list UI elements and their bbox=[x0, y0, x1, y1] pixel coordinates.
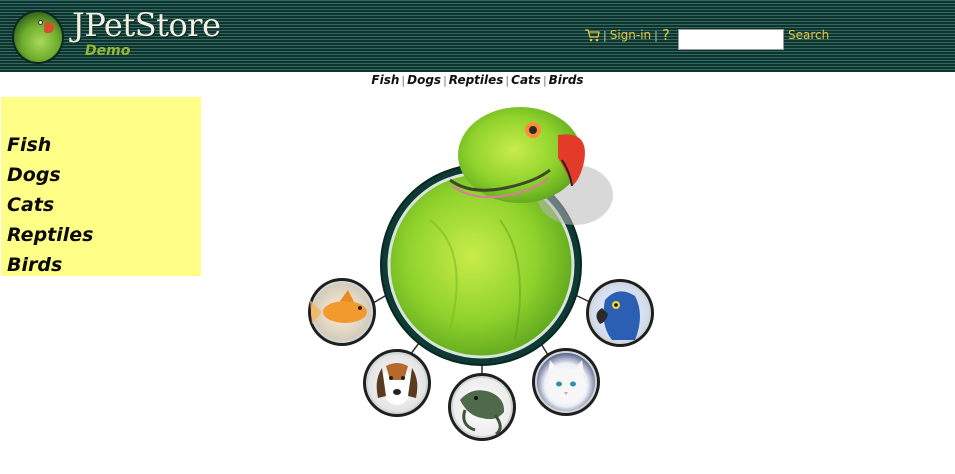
quick-links: Fish | Dogs | Reptiles | Cats | Birds bbox=[0, 73, 955, 87]
signin-link[interactable]: Sign-in bbox=[610, 28, 651, 42]
sidebar-item-fish[interactable]: Fish bbox=[7, 130, 93, 160]
sidebar-item-dogs[interactable]: Dogs bbox=[7, 160, 93, 190]
quick-link-separator: | bbox=[443, 74, 447, 87]
reptile-thumbnail[interactable] bbox=[448, 373, 516, 441]
quick-link-separator: | bbox=[542, 74, 547, 87]
sidebar-item-birds[interactable]: Birds bbox=[7, 250, 93, 280]
fish-thumbnail[interactable] bbox=[308, 278, 376, 346]
logo-title[interactable]: JPetStore bbox=[72, 6, 221, 44]
help-icon[interactable]: ? bbox=[662, 26, 670, 44]
menu-separator: | bbox=[603, 28, 607, 42]
sidebar-list: Fish Dogs Cats Reptiles Birds bbox=[7, 130, 93, 280]
header-menu: | Sign-in | ? bbox=[585, 26, 670, 44]
macaw-thumbnail[interactable] bbox=[586, 279, 654, 347]
quick-link-cats[interactable]: Cats bbox=[511, 73, 541, 87]
cat-thumbnail[interactable] bbox=[532, 348, 600, 416]
quick-link-fish[interactable]: Fish bbox=[371, 73, 399, 87]
quick-link-separator: | bbox=[401, 74, 406, 87]
quick-link-birds[interactable]: Birds bbox=[549, 73, 584, 87]
quick-link-dogs[interactable]: Dogs bbox=[407, 73, 441, 87]
quick-link-reptiles[interactable]: Reptiles bbox=[449, 73, 504, 87]
quick-link-separator: | bbox=[505, 74, 510, 87]
header: JPetStore Demo | Sign-in | ? Search bbox=[0, 0, 955, 72]
sidebar: Fish Dogs Cats Reptiles Birds bbox=[1, 97, 201, 276]
parrot-logo-icon[interactable] bbox=[12, 10, 64, 64]
cart-icon[interactable] bbox=[585, 28, 600, 42]
search-input[interactable] bbox=[678, 29, 784, 50]
search-button[interactable]: Search bbox=[788, 28, 829, 42]
dog-thumbnail[interactable] bbox=[363, 349, 431, 417]
sidebar-item-cats[interactable]: Cats bbox=[7, 190, 93, 220]
menu-separator: | bbox=[654, 28, 658, 42]
sidebar-item-reptiles[interactable]: Reptiles bbox=[7, 220, 93, 250]
logo-subtitle: Demo bbox=[85, 43, 131, 59]
main-pet-image-map bbox=[308, 107, 654, 441]
